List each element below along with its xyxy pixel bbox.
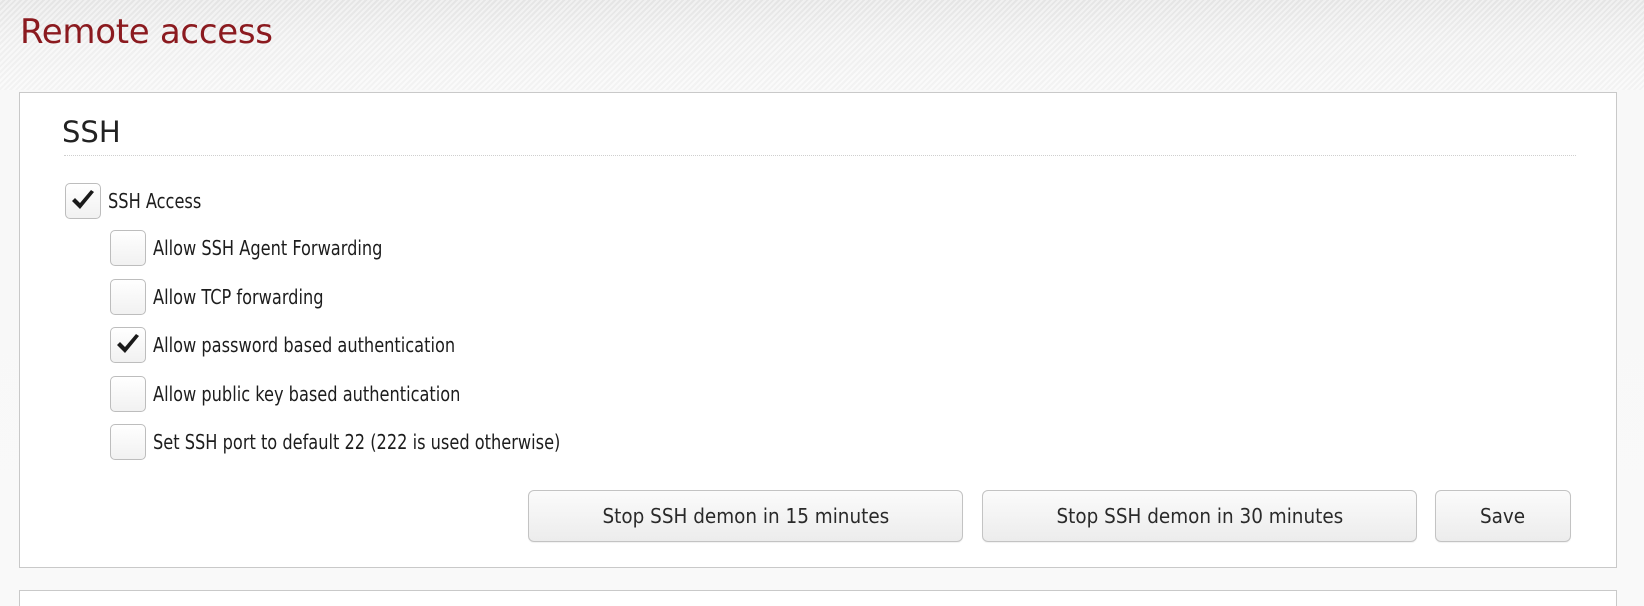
ssh-panel: SSH SSH Access Allow SSH Agent Forwardin… xyxy=(19,92,1617,568)
remote-access-page: Remote access SSH SSH Access Allow SSH A… xyxy=(0,0,1644,606)
save-button[interactable]: Save xyxy=(1435,490,1571,542)
ssh-access-checkbox[interactable]: SSH Access xyxy=(65,183,212,219)
ssh-access-label: SSH Access xyxy=(108,189,202,213)
checkbox-box[interactable] xyxy=(110,376,146,412)
checkbox-box[interactable] xyxy=(110,279,146,315)
checkbox-box[interactable] xyxy=(110,230,146,266)
allow-password-auth-checkbox[interactable]: Allow password based authentication xyxy=(110,327,489,363)
allow-public-key-auth-label: Allow public key based authentication xyxy=(153,382,461,406)
stop-ssh-15-label: Stop SSH demon in 15 minutes xyxy=(602,504,889,528)
ssh-port-default-checkbox[interactable]: Set SSH port to default 22 (222 is used … xyxy=(110,424,606,460)
stop-ssh-30-button[interactable]: Stop SSH demon in 30 minutes xyxy=(982,490,1417,542)
allow-password-auth-label: Allow password based authentication xyxy=(153,333,456,357)
checkbox-box[interactable] xyxy=(110,327,146,363)
checkmark-icon xyxy=(117,334,139,353)
allow-tcp-forwarding-checkbox[interactable]: Allow TCP forwarding xyxy=(110,279,342,315)
allow-ssh-agent-forwarding-label: Allow SSH Agent Forwarding xyxy=(153,236,383,260)
stop-ssh-30-label: Stop SSH demon in 30 minutes xyxy=(1056,504,1343,528)
checkbox-box[interactable] xyxy=(110,424,146,460)
page-title: Remote access xyxy=(20,12,273,52)
checkbox-box[interactable] xyxy=(65,183,101,219)
save-label: Save xyxy=(1480,504,1526,528)
next-panel xyxy=(19,590,1617,606)
allow-tcp-forwarding-label: Allow TCP forwarding xyxy=(153,285,324,309)
checkmark-icon xyxy=(72,190,94,209)
ssh-port-default-label: Set SSH port to default 22 (222 is used … xyxy=(153,430,561,454)
allow-public-key-auth-checkbox[interactable]: Allow public key based authentication xyxy=(110,376,495,412)
section-title-ssh: SSH xyxy=(62,115,121,149)
allow-ssh-agent-forwarding-checkbox[interactable]: Allow SSH Agent Forwarding xyxy=(110,230,408,266)
section-divider xyxy=(64,155,1576,156)
stop-ssh-15-button[interactable]: Stop SSH demon in 15 minutes xyxy=(528,490,963,542)
